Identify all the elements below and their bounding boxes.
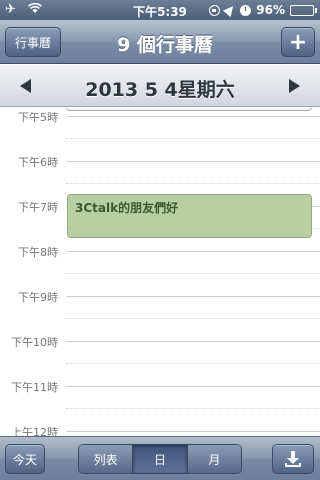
hour-line: [66, 116, 320, 117]
half-hour-line: [66, 183, 320, 184]
hour-label: 下午6時: [18, 156, 58, 169]
hour-label: 上午12時: [11, 426, 58, 436]
half-hour-line: [66, 273, 320, 274]
half-hour-line: [66, 138, 320, 139]
half-hour-line: [66, 318, 320, 319]
hour-line: [66, 386, 320, 387]
hour-line: [66, 161, 320, 162]
rotation-lock-icon: [209, 4, 221, 16]
hour-line: [66, 341, 320, 342]
segment-day[interactable]: 日: [133, 445, 188, 473]
location-icon: [223, 2, 238, 18]
page-title: 9 個行事曆: [117, 34, 213, 56]
calendar-event[interactable]: 3Ctalk的朋友們好: [67, 194, 312, 238]
previous-event-edge[interactable]: [66, 108, 312, 111]
hour-line: [66, 296, 320, 297]
hour-label: 下午9時: [18, 291, 58, 304]
day-timeline[interactable]: 下午5時 下午6時 下午7時 下午8時 下午9時 下午10時 下午11時 上午1…: [0, 108, 320, 436]
battery-percent: 96%: [256, 3, 285, 17]
today-button[interactable]: 今天: [5, 444, 45, 474]
alarm-icon: [240, 4, 252, 16]
status-bar: ✈ 下午5:39 96%: [0, 0, 320, 20]
hour-label: 下午10時: [11, 336, 58, 349]
next-day-arrow-icon[interactable]: [289, 79, 300, 93]
date-header: 2013 5 4星期六: [0, 65, 320, 107]
segment-month[interactable]: 月: [187, 445, 241, 473]
battery-icon: [290, 4, 317, 16]
event-title: 3Ctalk的朋友們好: [75, 201, 179, 215]
segment-list[interactable]: 列表: [79, 445, 134, 473]
hour-line: [66, 251, 320, 252]
nav-bar: 行事曆 9 個行事曆 +: [0, 20, 320, 64]
hour-label: 下午8時: [18, 246, 58, 259]
hour-label: 下午11時: [11, 381, 58, 394]
previous-day-arrow-icon[interactable]: [20, 79, 31, 93]
view-mode-segmented-control: 列表 日 月: [78, 444, 242, 474]
add-event-button[interactable]: +: [281, 27, 315, 57]
calendars-button[interactable]: 行事曆: [5, 27, 61, 57]
hour-line: [66, 431, 320, 432]
inbox-button[interactable]: [272, 444, 314, 474]
download-icon: [285, 451, 301, 467]
half-hour-line: [66, 363, 320, 364]
half-hour-line: [66, 408, 320, 409]
current-date: 2013 5 4星期六: [85, 79, 235, 101]
hour-label: 下午7時: [18, 201, 58, 214]
bottom-toolbar: 今天 列表 日 月: [0, 436, 320, 480]
hour-label: 下午5時: [18, 111, 58, 124]
